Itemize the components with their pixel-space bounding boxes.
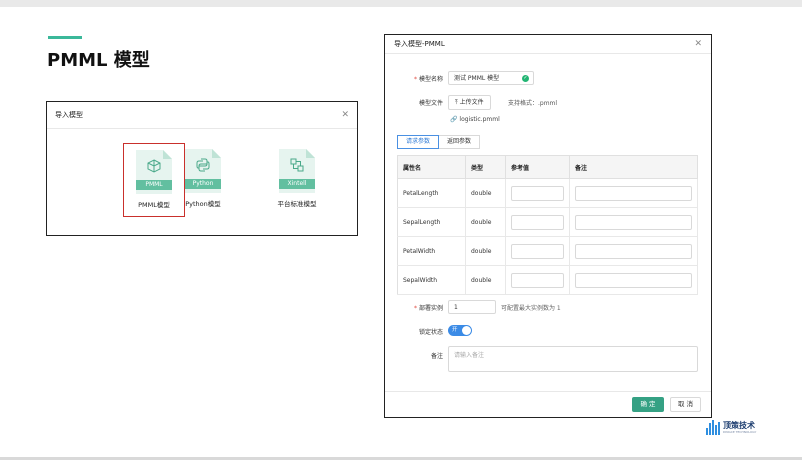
header-remark: 备注 (569, 155, 698, 179)
ref-value-cell (505, 178, 570, 208)
params-table: 属性名 类型 参考值 备注 PetalLength double SepalLe… (397, 155, 698, 295)
python-tag: Python (185, 179, 221, 189)
remark-input[interactable] (575, 272, 692, 288)
toggle-knob (462, 326, 471, 335)
tab-return-params[interactable]: 返回参数 (438, 135, 481, 149)
attr-name: SepalLength (397, 207, 466, 237)
instances-hint: 可配置最大实例数为 1 (501, 305, 561, 312)
logo-mark-icon (706, 420, 720, 435)
remark-cell (569, 207, 698, 237)
model-file-label: 模型文件 (418, 100, 443, 107)
table-row: PetalLength double (397, 178, 698, 208)
attr-name: PetalLength (397, 178, 466, 208)
attr-name: SepalWidth (397, 265, 466, 295)
pmml-dialog-footer: 确 定 取 消 (385, 391, 711, 417)
close-icon[interactable]: ✕ (341, 110, 349, 120)
pmml-dialog-title: 导入模型-PMML (394, 40, 445, 48)
ref-value-input[interactable] (511, 272, 564, 288)
remark-input[interactable] (575, 185, 692, 201)
xintell-label: 平台标准模型 (277, 200, 317, 208)
attr-name: PetalWidth (397, 236, 466, 266)
toggle-label: 开 (452, 327, 458, 333)
pmml-dialog-header: 导入模型-PMML ✕ (385, 35, 711, 54)
remark-cell (569, 178, 698, 208)
uploaded-file[interactable]: 🔗 logistic.pmml (450, 116, 500, 123)
upload-file-button[interactable]: ⤒ 上传文件 (448, 95, 491, 110)
instances-label: * 部署实例 (413, 305, 443, 312)
model-name-value: 测试 PMML 模型 (454, 75, 500, 82)
import-dialog-header: 导入模型 ✕ (47, 102, 357, 129)
ref-value-cell (505, 265, 570, 295)
pmml-tag: PMML (136, 180, 172, 190)
paperclip-icon: 🔗 (450, 116, 458, 123)
remark-cell (569, 265, 698, 295)
attr-type: double (465, 265, 506, 295)
header-attr-name: 属性名 (397, 155, 466, 179)
logo-text: 顶策技术 (723, 421, 755, 430)
ref-value-cell (505, 207, 570, 237)
attr-type: double (465, 178, 506, 208)
title-accent-bar (48, 36, 82, 39)
model-name-input[interactable]: 测试 PMML 模型 ✓ (448, 71, 534, 85)
ref-value-input[interactable] (511, 185, 564, 201)
slide-title: PMML 模型 (47, 50, 150, 71)
lock-state-label: 锁定状态 (418, 329, 443, 336)
remark-label: 备注 (430, 353, 443, 360)
pmml-file-icon: PMML (136, 150, 172, 194)
table-row: SepalWidth double (397, 265, 698, 295)
model-name-label: * 模型名称 (413, 76, 443, 83)
tab-request-params[interactable]: 请求参数 (397, 135, 440, 149)
company-logo: 顶策技术 DINGCE TECHNOLOGY (706, 420, 756, 435)
confirm-button[interactable]: 确 定 (632, 397, 664, 412)
ref-value-cell (505, 236, 570, 266)
import-model-dialog: 导入模型 ✕ PMML PMML模型 Python Python模型 Xinte… (46, 101, 358, 236)
remark-input[interactable] (575, 243, 692, 259)
header-ref-value: 参考值 (505, 155, 570, 179)
python-file-icon: Python (185, 149, 221, 193)
import-dialog-title: 导入模型 (55, 111, 83, 119)
xintell-file-icon: Xintell (279, 149, 315, 193)
lock-state-toggle[interactable]: 开 (448, 325, 472, 336)
table-row: PetalWidth double (397, 236, 698, 266)
header-type: 类型 (465, 155, 506, 179)
format-hint: 支持格式：.pmml (508, 100, 558, 107)
upload-icon: ⤒ (455, 99, 458, 106)
attr-type: double (465, 236, 506, 266)
remark-input[interactable] (575, 214, 692, 230)
param-tabs: 请求参数 返回参数 (397, 135, 481, 149)
remark-textarea[interactable]: 请输入备注 (448, 346, 698, 372)
instances-input[interactable]: 1 (448, 300, 496, 314)
attr-type: double (465, 207, 506, 237)
ref-value-input[interactable] (511, 243, 564, 259)
cube-icon (147, 159, 161, 173)
flow-diagram-icon (290, 158, 304, 172)
model-type-python[interactable]: Python Python模型 (172, 143, 234, 217)
top-strip (0, 0, 802, 7)
table-header-row: 属性名 类型 参考值 备注 (397, 155, 698, 179)
python-icon (196, 158, 210, 172)
xintell-tag: Xintell (279, 179, 315, 189)
pmml-import-dialog: 导入模型-PMML ✕ * 模型名称 测试 PMML 模型 ✓ 模型文件 ⤒ 上传… (384, 34, 712, 418)
cancel-button[interactable]: 取 消 (670, 397, 701, 412)
ref-value-input[interactable] (511, 214, 564, 230)
close-icon[interactable]: ✕ (694, 39, 702, 49)
table-row: SepalLength double (397, 207, 698, 237)
remark-cell (569, 236, 698, 266)
logo-subtext: DINGCE TECHNOLOGY (723, 430, 757, 434)
python-label: Python模型 (185, 200, 221, 208)
model-type-xintell[interactable]: Xintell 平台标准模型 (266, 143, 328, 217)
check-circle-icon: ✓ (522, 75, 529, 82)
